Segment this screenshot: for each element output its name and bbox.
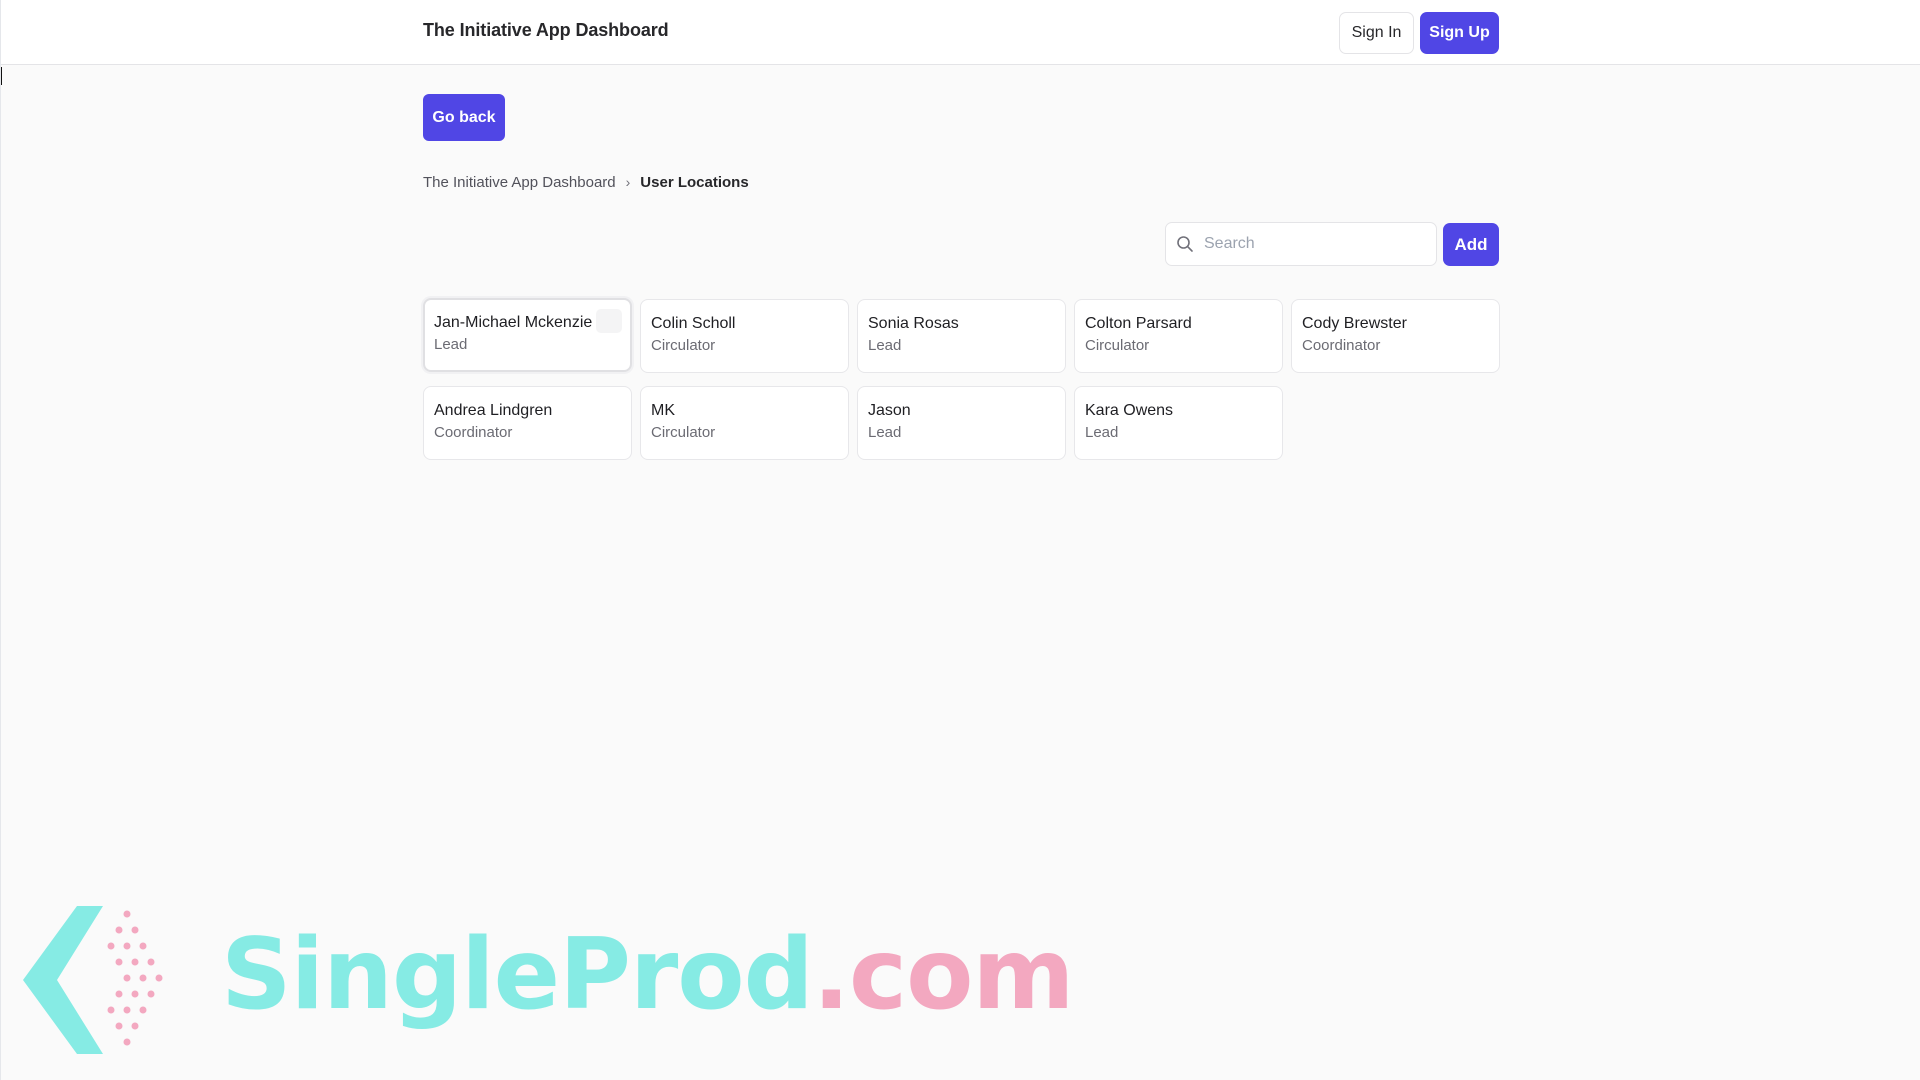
user-name: Sonia Rosas	[868, 315, 959, 332]
breadcrumb-separator-icon: ›	[625, 174, 631, 190]
watermark-text: SingleProd.com	[221, 918, 1075, 1032]
search-box[interactable]	[1165, 222, 1437, 266]
user-role: Lead	[1085, 424, 1119, 441]
card-menu-icon[interactable]	[596, 309, 622, 333]
user-name: Kara Owens	[1085, 402, 1174, 419]
watermark-brand: SingleProd	[221, 918, 814, 1032]
user-card[interactable]: Colton Parsard Circulator	[1074, 299, 1283, 373]
page: The Initiative App Dashboard Sign In Sig…	[0, 0, 1920, 1080]
breadcrumb-current: User Locations	[640, 173, 749, 191]
user-card[interactable]: Jason Lead	[857, 386, 1066, 460]
user-role: Coordinator	[1302, 337, 1381, 354]
user-card[interactable]: Colin Scholl Circulator	[640, 299, 849, 373]
user-role: Lead	[868, 337, 902, 354]
user-role: Lead	[868, 424, 902, 441]
user-name: MK	[651, 402, 675, 419]
text-cursor	[1, 67, 2, 85]
user-card[interactable]: Sonia Rosas Lead	[857, 299, 1066, 373]
add-button[interactable]: Add	[1443, 223, 1499, 266]
user-card[interactable]: Andrea Lindgren Coordinator	[423, 386, 632, 460]
go-back-button[interactable]: Go back	[423, 94, 505, 141]
search-input[interactable]	[1204, 235, 1424, 253]
watermark: SingleProd.com	[23, 902, 1075, 1062]
user-card[interactable]: Jan-Michael Mckenzie Lead	[423, 298, 632, 372]
user-name: Andrea Lindgren	[434, 402, 553, 419]
user-name: Colin Scholl	[651, 315, 736, 332]
user-name: Jan-Michael Mckenzie	[434, 314, 593, 331]
search-icon	[1176, 235, 1194, 253]
watermark-logo-icon	[23, 906, 163, 1054]
breadcrumb-root-link[interactable]: The Initiative App Dashboard	[423, 174, 616, 191]
top-nav: The Initiative App Dashboard Sign In Sig…	[1, 0, 1920, 65]
sign-in-button[interactable]: Sign In	[1339, 12, 1414, 54]
user-card[interactable]: Kara Owens Lead	[1074, 386, 1283, 460]
user-name: Cody Brewster	[1302, 315, 1407, 332]
app-title[interactable]: The Initiative App Dashboard	[423, 20, 669, 41]
breadcrumb: The Initiative App Dashboard › User Loca…	[423, 172, 749, 192]
user-role: Circulator	[651, 424, 716, 441]
watermark-tld: .com	[812, 918, 1075, 1032]
user-name: Jason	[868, 402, 911, 419]
user-role: Lead	[434, 336, 468, 353]
sign-up-button[interactable]: Sign Up	[1420, 12, 1499, 54]
user-name: Colton Parsard	[1085, 315, 1192, 332]
user-card[interactable]: Cody Brewster Coordinator	[1291, 299, 1500, 373]
user-role: Circulator	[1085, 337, 1150, 354]
user-role: Circulator	[651, 337, 716, 354]
user-role: Coordinator	[434, 424, 513, 441]
user-card[interactable]: MK Circulator	[640, 386, 849, 460]
